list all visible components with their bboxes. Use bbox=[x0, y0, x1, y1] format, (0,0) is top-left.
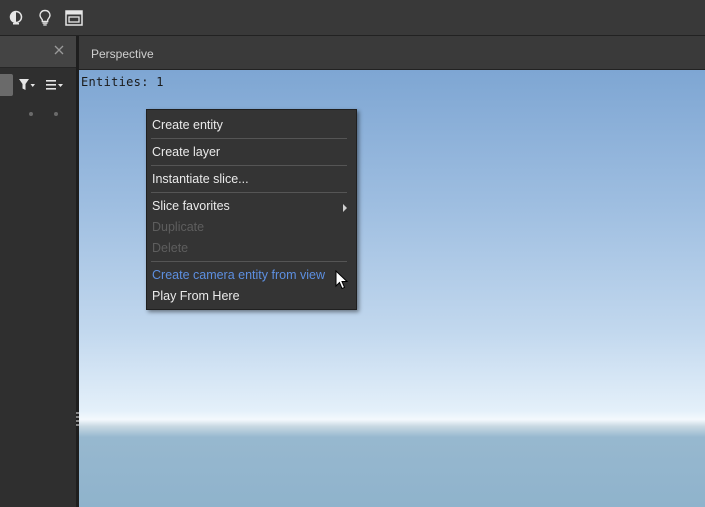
mouse-pointer-icon bbox=[335, 269, 349, 290]
menu-item-create-entity[interactable]: Create entity bbox=[152, 118, 223, 132]
outliner-header bbox=[0, 36, 76, 68]
list-menu-icon[interactable] bbox=[45, 77, 65, 93]
menu-item-create-camera-from-view[interactable]: Create camera entity from view bbox=[152, 268, 325, 282]
menu-item-instantiate-slice[interactable]: Instantiate slice... bbox=[152, 172, 249, 186]
menu-separator bbox=[151, 261, 347, 262]
menu-item-slice-favorites[interactable]: Slice favorites bbox=[152, 199, 230, 213]
menu-item-delete: Delete bbox=[152, 241, 189, 255]
menu-item-duplicate: Duplicate bbox=[152, 220, 205, 234]
menu-item-create-layer[interactable]: Create layer bbox=[152, 145, 220, 159]
globe-icon[interactable] bbox=[6, 8, 26, 28]
menu-separator bbox=[151, 138, 347, 139]
window-layout-icon[interactable] bbox=[64, 8, 84, 28]
outliner-search-input[interactable] bbox=[0, 74, 13, 96]
menu-separator bbox=[151, 192, 347, 193]
viewport-camera-label[interactable]: Perspective bbox=[91, 47, 154, 61]
outliner-toolbar bbox=[0, 72, 76, 98]
menu-separator bbox=[151, 165, 347, 166]
submenu-arrow-icon bbox=[343, 204, 347, 212]
lightbulb-icon[interactable] bbox=[35, 8, 55, 28]
viewport-context-menu: Create entity Create layer Instantiate s… bbox=[146, 109, 357, 310]
column-dot bbox=[54, 112, 58, 116]
main-toolbar bbox=[0, 0, 705, 36]
filter-icon[interactable] bbox=[18, 77, 36, 93]
viewport-header: Perspective bbox=[79, 36, 705, 70]
column-dot bbox=[29, 112, 33, 116]
entities-count: Entities: 1 bbox=[81, 75, 164, 89]
menu-item-play-from-here[interactable]: Play From Here bbox=[152, 289, 240, 303]
entity-outliner-panel bbox=[0, 36, 76, 507]
close-icon[interactable] bbox=[52, 43, 66, 57]
